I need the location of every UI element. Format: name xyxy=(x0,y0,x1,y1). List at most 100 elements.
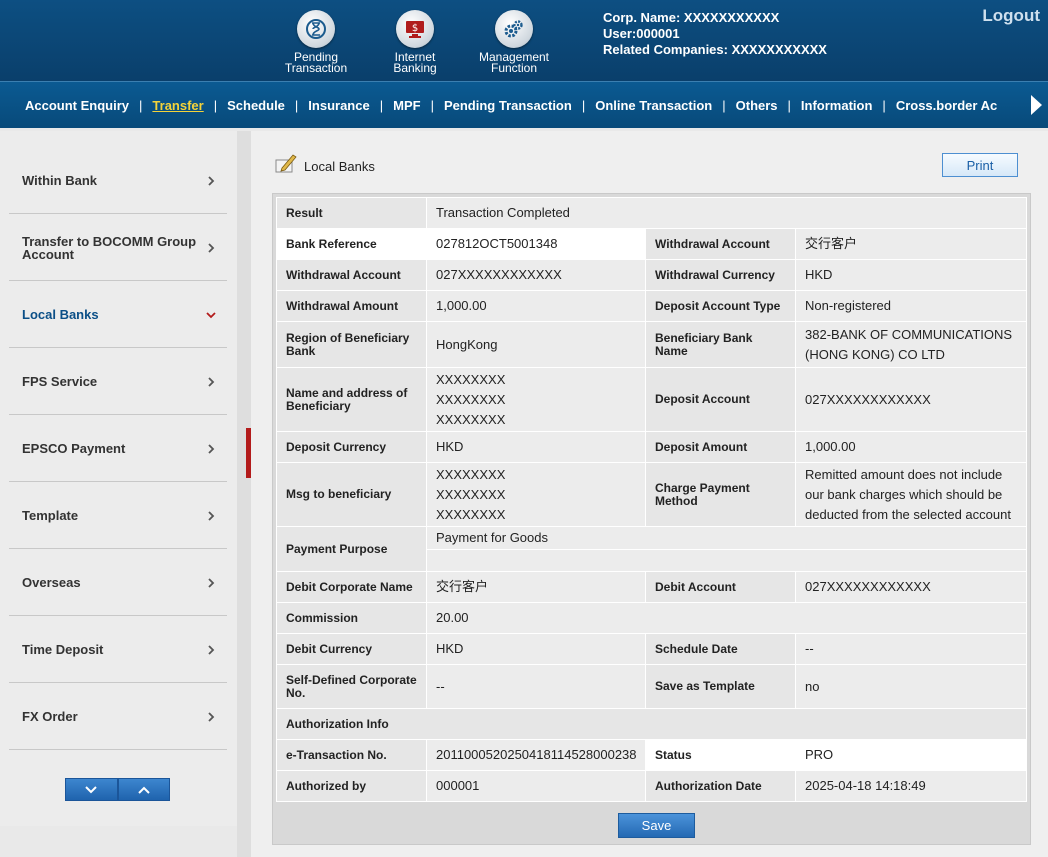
deposit-account-type-value: Non-registered xyxy=(794,290,1028,322)
beneficiary-bank-value: 382-BANK OF COMMUNICATIONS (HONG KONG) C… xyxy=(794,321,1028,368)
deposit-currency-label: Deposit Currency xyxy=(276,431,427,463)
nav-separator: | xyxy=(213,97,218,113)
chevron-right-icon xyxy=(208,242,215,253)
top-header: Pending Transaction $ Internet Banking M… xyxy=(0,0,1048,81)
deposit-account-type-label: Deposit Account Type xyxy=(645,290,796,322)
table-row: Msg to beneficiary XXXXXXXX XXXXXXXX XXX… xyxy=(276,462,1028,527)
msg-line-1: XXXXXXXX xyxy=(436,466,506,482)
nav-item-information[interactable]: Information xyxy=(801,98,873,113)
result-label: Result xyxy=(276,197,427,229)
charge-method-value: Remitted amount does not include our ban… xyxy=(794,462,1028,527)
nav-item-others[interactable]: Others xyxy=(736,98,778,113)
hourglass-icon xyxy=(297,10,335,48)
table-row: Withdrawal Account 027XXXXXXXXXXXX Withd… xyxy=(276,259,1028,291)
logout-link[interactable]: Logout xyxy=(982,6,1040,26)
section-header: Local Banks xyxy=(274,152,375,174)
chevron-down-icon xyxy=(206,311,216,318)
sidebar-item-local-banks[interactable]: Local Banks xyxy=(9,282,227,348)
nav-separator: | xyxy=(379,97,384,113)
nav-item-online-transaction[interactable]: Online Transaction xyxy=(595,98,712,113)
sidebar-item-fx-order[interactable]: FX Order xyxy=(9,684,227,750)
sidebar-item-template[interactable]: Template xyxy=(9,483,227,549)
sidebar-item-label: Template xyxy=(22,508,79,523)
e-transaction-no-value: 2011000520250418114528000238 xyxy=(426,739,646,771)
management-function-shortcut[interactable]: Management Function xyxy=(474,10,554,74)
sidebar-item-within-bank[interactable]: Within Bank xyxy=(9,148,227,214)
name-address-label: Name and address of Beneficiary xyxy=(276,367,427,432)
nav-scroll-right-icon[interactable] xyxy=(1031,95,1042,115)
sidebar-item-label: FX Order xyxy=(22,709,78,724)
nav-item-account-enquiry[interactable]: Account Enquiry xyxy=(25,98,129,113)
table-row: Commission 20.00 xyxy=(276,602,1028,634)
debit-account-label: Debit Account xyxy=(645,571,796,603)
nav-items: Account Enquiry | Transfer | Schedule | Insura… xyxy=(25,82,1025,128)
sidebar: Within Bank Transfer to BOCOMM Group Acco… xyxy=(0,131,237,826)
authorized-by-label: Authorized by xyxy=(276,770,427,802)
chevron-right-icon xyxy=(208,577,215,588)
msg-line-2: XXXXXXXX xyxy=(436,486,506,502)
bank-reference-label: Bank Reference xyxy=(276,228,427,260)
status-label: Status xyxy=(645,739,796,771)
scroll-up-button[interactable] xyxy=(117,778,170,801)
user-info: Corp. Name: XXXXXXXXXXX User:000001 Rela… xyxy=(603,10,827,58)
print-button[interactable]: Print xyxy=(942,153,1018,177)
nav-item-insurance[interactable]: Insurance xyxy=(308,98,369,113)
sidebar-item-fps-service[interactable]: FPS Service xyxy=(9,349,227,415)
pending-transaction-label-2: Transaction xyxy=(284,61,348,75)
nav-separator: | xyxy=(430,97,434,113)
management-function-label-2: Function xyxy=(490,61,538,75)
table-row: Bank Reference 027812OCT5001348 Withdraw… xyxy=(276,228,1028,260)
withdrawal-currency-value: HKD xyxy=(794,259,1028,291)
region-value: HongKong xyxy=(426,321,646,368)
nav-item-pending-transaction[interactable]: Pending Transaction xyxy=(444,98,572,113)
sidebar-item-label: FPS Service xyxy=(22,374,98,389)
msg-label: Msg to beneficiary xyxy=(276,462,427,527)
schedule-date-value: -- xyxy=(794,633,1028,665)
save-as-template-label: Save as Template xyxy=(645,664,796,709)
table-row: Payment Purpose Payment for Goods xyxy=(276,526,1028,572)
sidebar-divider xyxy=(237,131,251,857)
nav-item-schedule[interactable]: Schedule xyxy=(227,98,285,113)
nav-item-cross-border-ac[interactable]: Cross.border Ac xyxy=(896,98,997,113)
sidebar-item-overseas[interactable]: Overseas xyxy=(9,550,227,616)
nav-separator: | xyxy=(294,97,299,113)
deposit-account-label: Deposit Account xyxy=(645,367,796,432)
nav-item-mpf[interactable]: MPF xyxy=(393,98,420,113)
table-row: Debit Currency HKD Schedule Date -- xyxy=(276,633,1028,665)
msg-line-3: XXXXXXXX xyxy=(436,506,506,522)
pending-transaction-shortcut[interactable]: Pending Transaction xyxy=(276,10,356,74)
table-row: Debit Corporate Name 交行客户 Debit Account … xyxy=(276,571,1028,603)
name-address-value: XXXXXXXX XXXXXXXX XXXXXXXX xyxy=(426,367,646,432)
bank-reference-value: 027812OCT5001348 xyxy=(426,228,646,260)
main-nav: Account Enquiry | Transfer | Schedule | Insura… xyxy=(0,81,1048,128)
name-address-line-3: XXXXXXXX xyxy=(436,411,506,427)
internet-banking-shortcut[interactable]: $ Internet Banking xyxy=(375,10,455,74)
sidebar-item-time-deposit[interactable]: Time Deposit xyxy=(9,617,227,683)
save-button[interactable]: Save xyxy=(618,813,695,838)
related-companies: Related Companies: XXXXXXXXXXX xyxy=(603,42,827,57)
schedule-date-label: Schedule Date xyxy=(645,633,796,665)
table-row: Result Transaction Completed xyxy=(276,197,1028,229)
e-transaction-no-label: e-Transaction No. xyxy=(276,739,427,771)
chevron-down-icon xyxy=(85,785,97,793)
transaction-details-table: Result Transaction Completed Bank Refere… xyxy=(275,197,1028,802)
withdrawal-account-name-value: 交行客户 xyxy=(794,228,1028,260)
deposit-account-value: 027XXXXXXXXXXXX xyxy=(794,367,1028,432)
authorization-date-value: 2025-04-18 14:18:49 xyxy=(794,770,1028,802)
table-row: Deposit Currency HKD Deposit Amount 1,00… xyxy=(276,431,1028,463)
table-row: Region of Beneficiary Bank HongKong Bene… xyxy=(276,321,1028,368)
svg-text:$: $ xyxy=(412,23,418,34)
status-value: PRO xyxy=(794,739,1028,771)
scroll-down-button[interactable] xyxy=(65,778,118,801)
pen-paper-icon xyxy=(275,154,297,173)
nav-separator: | xyxy=(722,97,726,113)
table-row: Self-Defined Corporate No. -- Save as Te… xyxy=(276,664,1028,709)
chevron-right-icon xyxy=(208,376,215,387)
monitor-dollar-icon: $ xyxy=(396,10,434,48)
nav-item-transfer[interactable]: Transfer xyxy=(152,98,203,113)
withdrawal-amount-label: Withdrawal Amount xyxy=(276,290,427,322)
sidebar-item-epsco-payment[interactable]: EPSCO Payment xyxy=(9,416,227,482)
withdrawal-amount-value: 1,000.00 xyxy=(426,290,646,322)
sidebar-item-transfer-to-bocomm-group-account[interactable]: Transfer to BOCOMM Group Account xyxy=(9,215,227,281)
chevron-right-icon xyxy=(208,175,215,186)
